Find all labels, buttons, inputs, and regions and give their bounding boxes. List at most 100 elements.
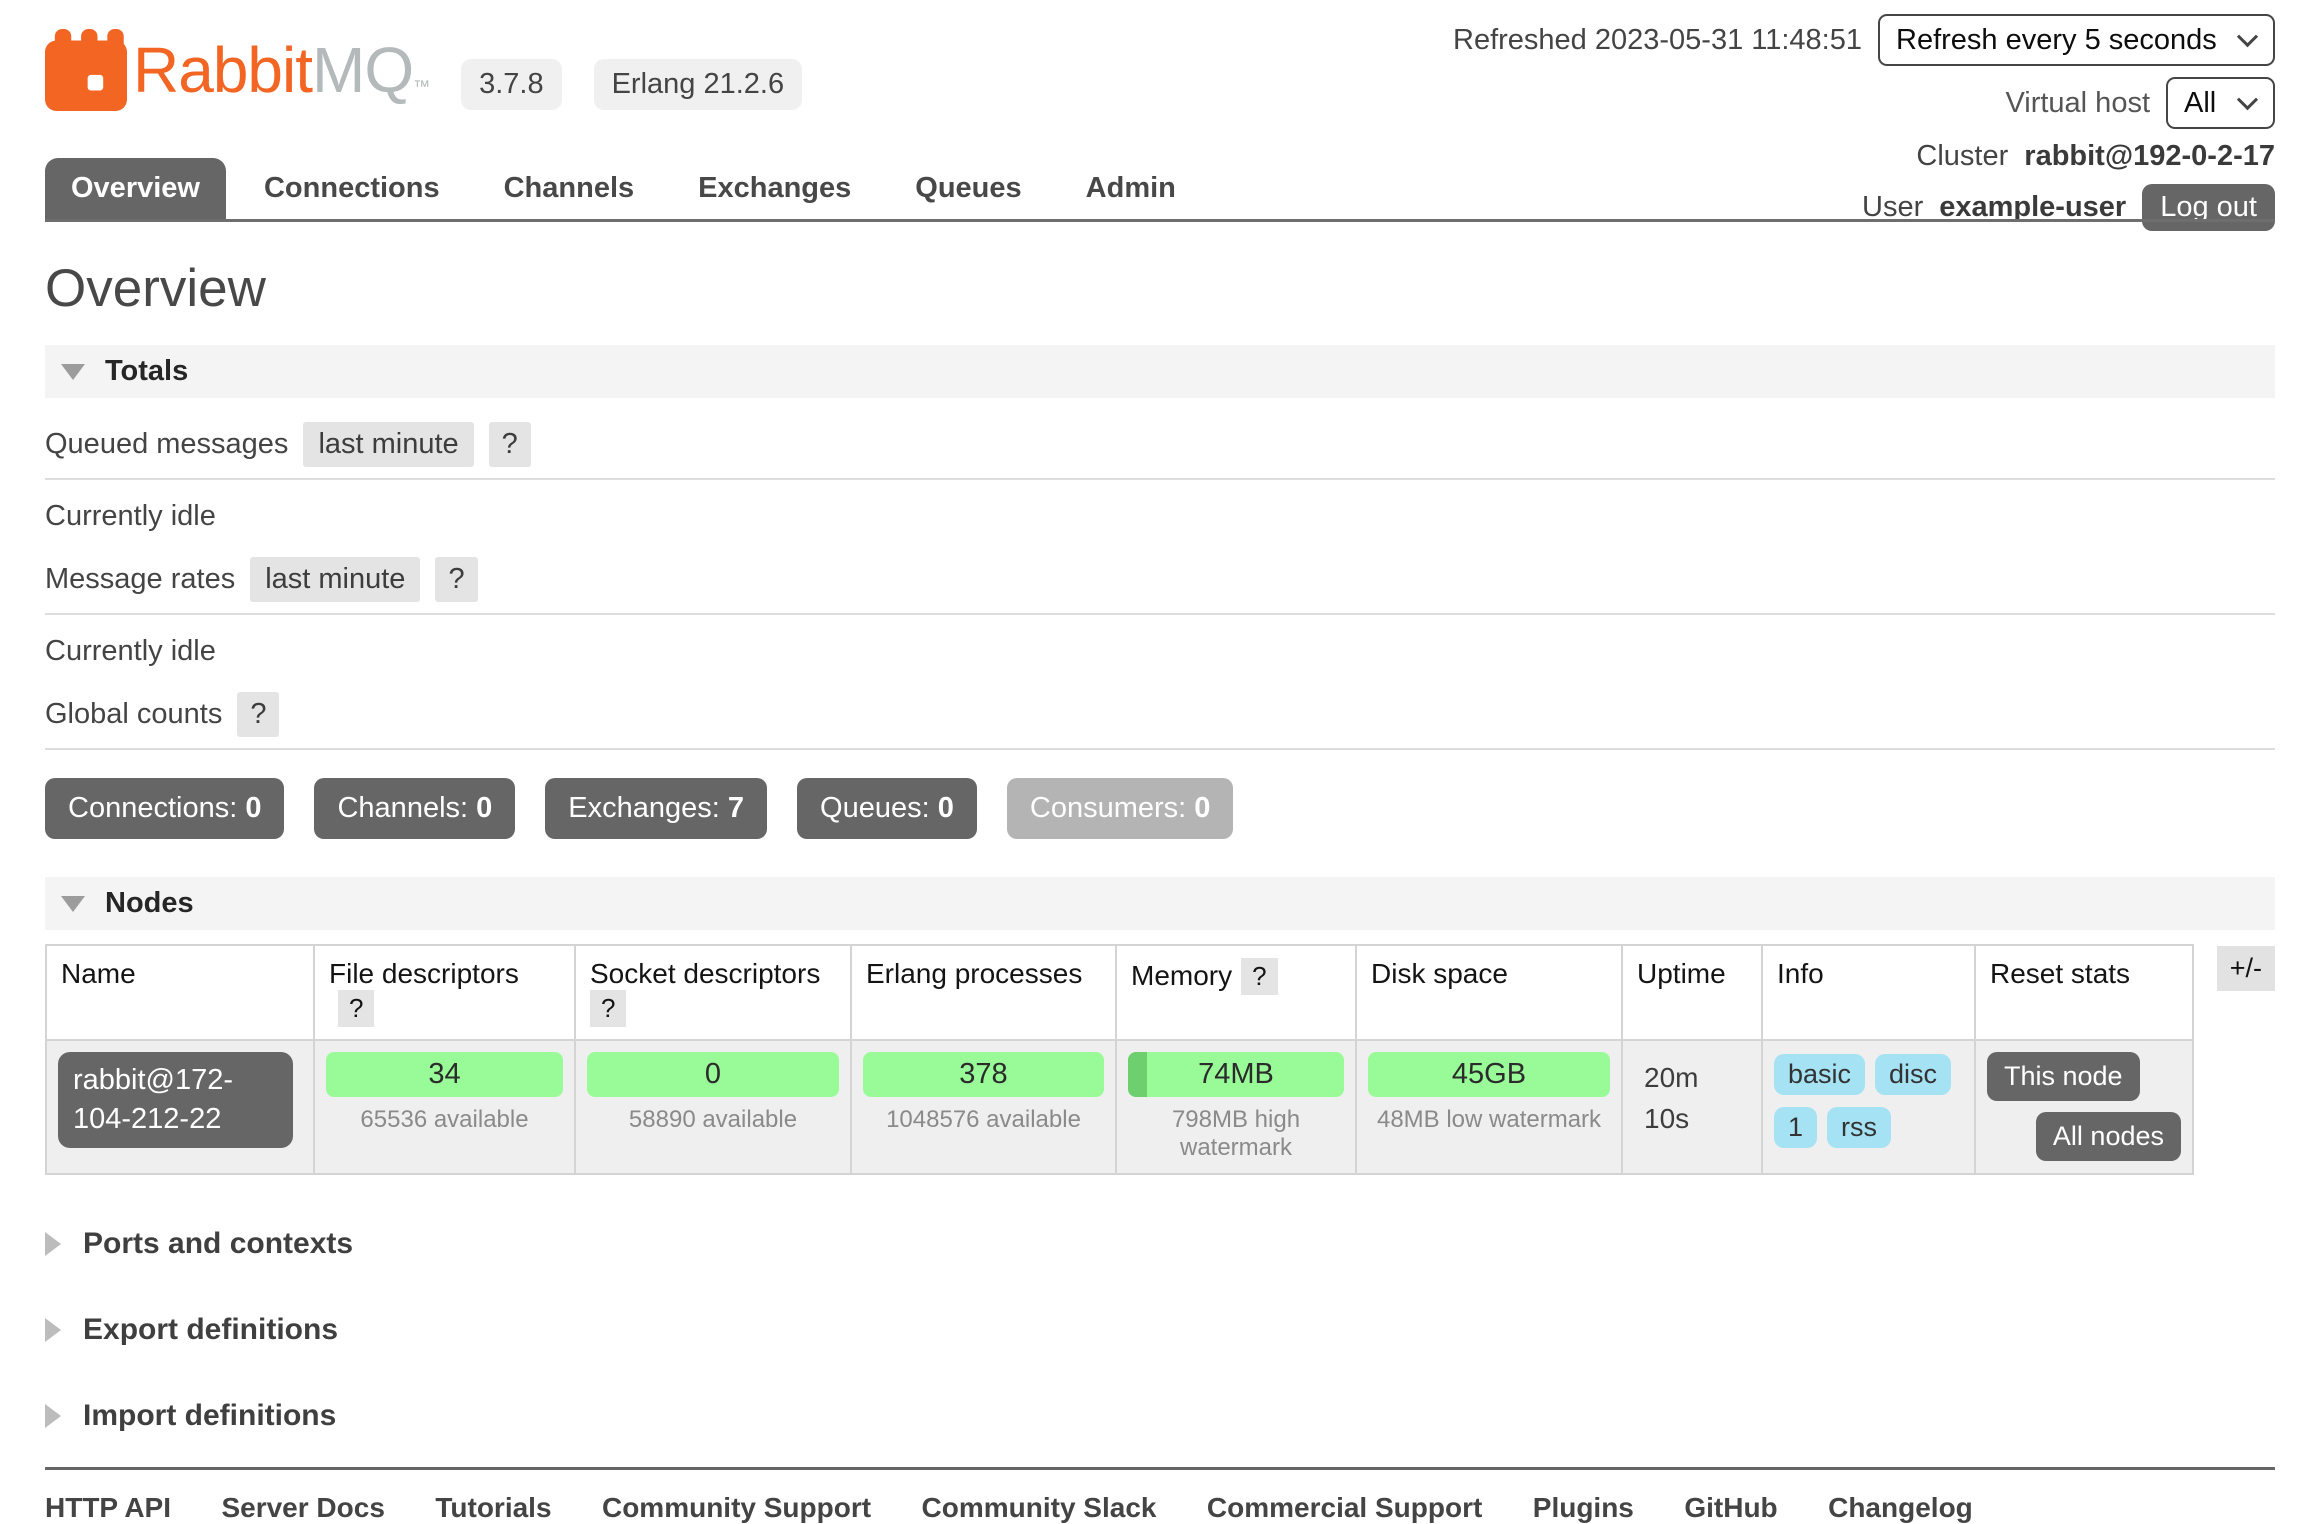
connections-count-button[interactable]: Connections: 0	[45, 778, 284, 839]
global-counts-buttons: Connections: 0 Channels: 0 Exchanges: 7 …	[45, 778, 2275, 839]
file-descriptors-help-icon[interactable]: ?	[338, 990, 374, 1027]
channels-count-button[interactable]: Channels: 0	[314, 778, 515, 839]
ports-and-contexts-section[interactable]: Ports and contexts	[45, 1227, 2275, 1261]
info-tag-basic: basic	[1774, 1054, 1865, 1095]
footer-link-http-api[interactable]: HTTP API	[45, 1492, 171, 1524]
uptime-minutes: 20m	[1644, 1058, 1740, 1099]
rabbit-icon	[45, 26, 127, 114]
queues-value: 0	[938, 792, 954, 824]
trademark-symbol: ™	[413, 77, 429, 96]
queued-messages-help-icon[interactable]: ?	[489, 422, 531, 467]
memory-help-icon[interactable]: ?	[1241, 958, 1277, 995]
global-counts-label: Global counts	[45, 698, 222, 731]
column-selector-button[interactable]: +/-	[2217, 946, 2275, 991]
disk-space-detail: 48MB low watermark	[1368, 1106, 1610, 1134]
exchanges-count-button[interactable]: Exchanges: 7	[545, 778, 767, 839]
node-name-link[interactable]: rabbit@172-104-212-22	[58, 1052, 293, 1148]
uptime-cell: 20m10s	[1622, 1040, 1762, 1174]
nodes-section-header[interactable]: Nodes	[45, 877, 2275, 930]
uptime-seconds: 10s	[1644, 1099, 1740, 1140]
nodes-table-header-row: Name File descriptors? Socket descriptor…	[46, 945, 2193, 1040]
node-row: rabbit@172-104-212-22 34 65536 available…	[46, 1040, 2193, 1174]
vhost-select-wrap: All	[2166, 77, 2275, 129]
collapse-triangle-icon	[61, 364, 85, 380]
exchanges-value: 7	[728, 792, 744, 824]
queued-messages-label: Queued messages	[45, 428, 288, 461]
logo-area: RabbitMQ™ 3.7.8 Erlang 21.2.6	[45, 26, 802, 114]
footer-link-community-support[interactable]: Community Support	[602, 1492, 871, 1524]
tab-admin[interactable]: Admin	[1060, 158, 1202, 219]
memory-bar: 74MB	[1128, 1052, 1344, 1097]
totals-section-header[interactable]: Totals	[45, 345, 2275, 398]
erlang-processes-bar: 378	[863, 1052, 1104, 1097]
socket-descriptors-bar: 0	[587, 1052, 839, 1097]
tab-queues[interactable]: Queues	[889, 158, 1047, 219]
consumers-count-button[interactable]: Consumers: 0	[1007, 778, 1234, 839]
refresh-interval-select[interactable]: Refresh every 5 seconds	[1878, 14, 2275, 66]
footer-link-commercial-support[interactable]: Commercial Support	[1207, 1492, 1482, 1524]
connections-value: 0	[245, 792, 261, 824]
file-descriptors-detail: 65536 available	[326, 1106, 563, 1134]
expand-triangle-icon	[45, 1318, 61, 1342]
global-counts-help-icon[interactable]: ?	[237, 692, 279, 737]
footer-link-server-docs[interactable]: Server Docs	[221, 1492, 384, 1524]
message-rates-status: Currently idle	[45, 635, 2275, 668]
reset-all-nodes-button[interactable]: All nodes	[2036, 1112, 2181, 1161]
tab-channels[interactable]: Channels	[478, 158, 661, 219]
expand-triangle-icon	[45, 1232, 61, 1256]
tab-exchanges[interactable]: Exchanges	[672, 158, 877, 219]
footer-link-community-slack[interactable]: Community Slack	[922, 1492, 1157, 1524]
col-socket-descriptors: Socket descriptors ?	[575, 945, 851, 1040]
message-rates-header: Message rates last minute ?	[45, 557, 2275, 615]
vhost-select[interactable]: All	[2166, 77, 2275, 129]
col-reset-stats: Reset stats	[1975, 945, 2193, 1040]
rabbitmq-logo[interactable]: RabbitMQ™	[45, 26, 429, 114]
col-erlang-processes: Erlang processes	[851, 945, 1116, 1040]
socket-descriptors-detail: 58890 available	[587, 1106, 839, 1134]
nodes-section-title: Nodes	[105, 887, 194, 920]
tab-overview[interactable]: Overview	[45, 158, 226, 219]
footer-link-plugins[interactable]: Plugins	[1533, 1492, 1634, 1524]
queues-label: Queues:	[820, 792, 930, 824]
brand-mq: MQ	[312, 34, 413, 106]
col-info: Info	[1762, 945, 1975, 1040]
footer-link-changelog[interactable]: Changelog	[1828, 1492, 1973, 1524]
queued-messages-status: Currently idle	[45, 500, 2275, 533]
message-rates-help-icon[interactable]: ?	[435, 557, 477, 602]
node-name-cell: rabbit@172-104-212-22	[46, 1040, 314, 1174]
channels-label: Channels:	[337, 792, 468, 824]
queued-messages-filter[interactable]: last minute	[303, 422, 473, 467]
totals-section-title: Totals	[105, 355, 188, 388]
connections-label: Connections:	[68, 792, 237, 824]
tab-connections[interactable]: Connections	[238, 158, 466, 219]
logo-wordmark: RabbitMQ™	[133, 38, 429, 102]
col-memory: Memory?	[1116, 945, 1356, 1040]
collapse-triangle-icon	[61, 896, 85, 912]
memory-bar-used-fill	[1128, 1052, 1147, 1097]
global-counts-header: Global counts ?	[45, 692, 2275, 750]
rabbitmq-management-page: RabbitMQ™ 3.7.8 Erlang 21.2.6 Refreshed …	[0, 0, 2320, 1524]
disk-space-cell: 45GB 48MB low watermark	[1356, 1040, 1622, 1174]
refreshed-timestamp: Refreshed 2023-05-31 11:48:51	[1453, 24, 1862, 57]
brand-rabbit: Rabbit	[133, 34, 312, 106]
refresh-row: Refreshed 2023-05-31 11:48:51 Refresh ev…	[1453, 14, 2275, 66]
queues-count-button[interactable]: Queues: 0	[797, 778, 977, 839]
memory-cell: 74MB 798MB high watermark	[1116, 1040, 1356, 1174]
footer-link-github[interactable]: GitHub	[1684, 1492, 1777, 1524]
disk-space-bar: 45GB	[1368, 1052, 1610, 1097]
exchanges-label: Exchanges:	[568, 792, 720, 824]
message-rates-filter[interactable]: last minute	[250, 557, 420, 602]
export-definitions-section[interactable]: Export definitions	[45, 1313, 2275, 1347]
reset-this-node-button[interactable]: This node	[1987, 1052, 2140, 1101]
vhost-label: Virtual host	[2005, 87, 2150, 120]
socket-descriptors-help-icon[interactable]: ?	[590, 990, 626, 1027]
info-tag-disc: disc	[1875, 1054, 1951, 1095]
nodes-table: Name File descriptors? Socket descriptor…	[45, 944, 2194, 1175]
footer-link-tutorials[interactable]: Tutorials	[435, 1492, 551, 1524]
ports-and-contexts-title: Ports and contexts	[83, 1227, 353, 1261]
file-descriptors-cell: 34 65536 available	[314, 1040, 575, 1174]
col-uptime: Uptime	[1622, 945, 1762, 1040]
consumers-label: Consumers:	[1030, 792, 1186, 824]
col-disk-space: Disk space	[1356, 945, 1622, 1040]
import-definitions-section[interactable]: Import definitions	[45, 1399, 2275, 1433]
